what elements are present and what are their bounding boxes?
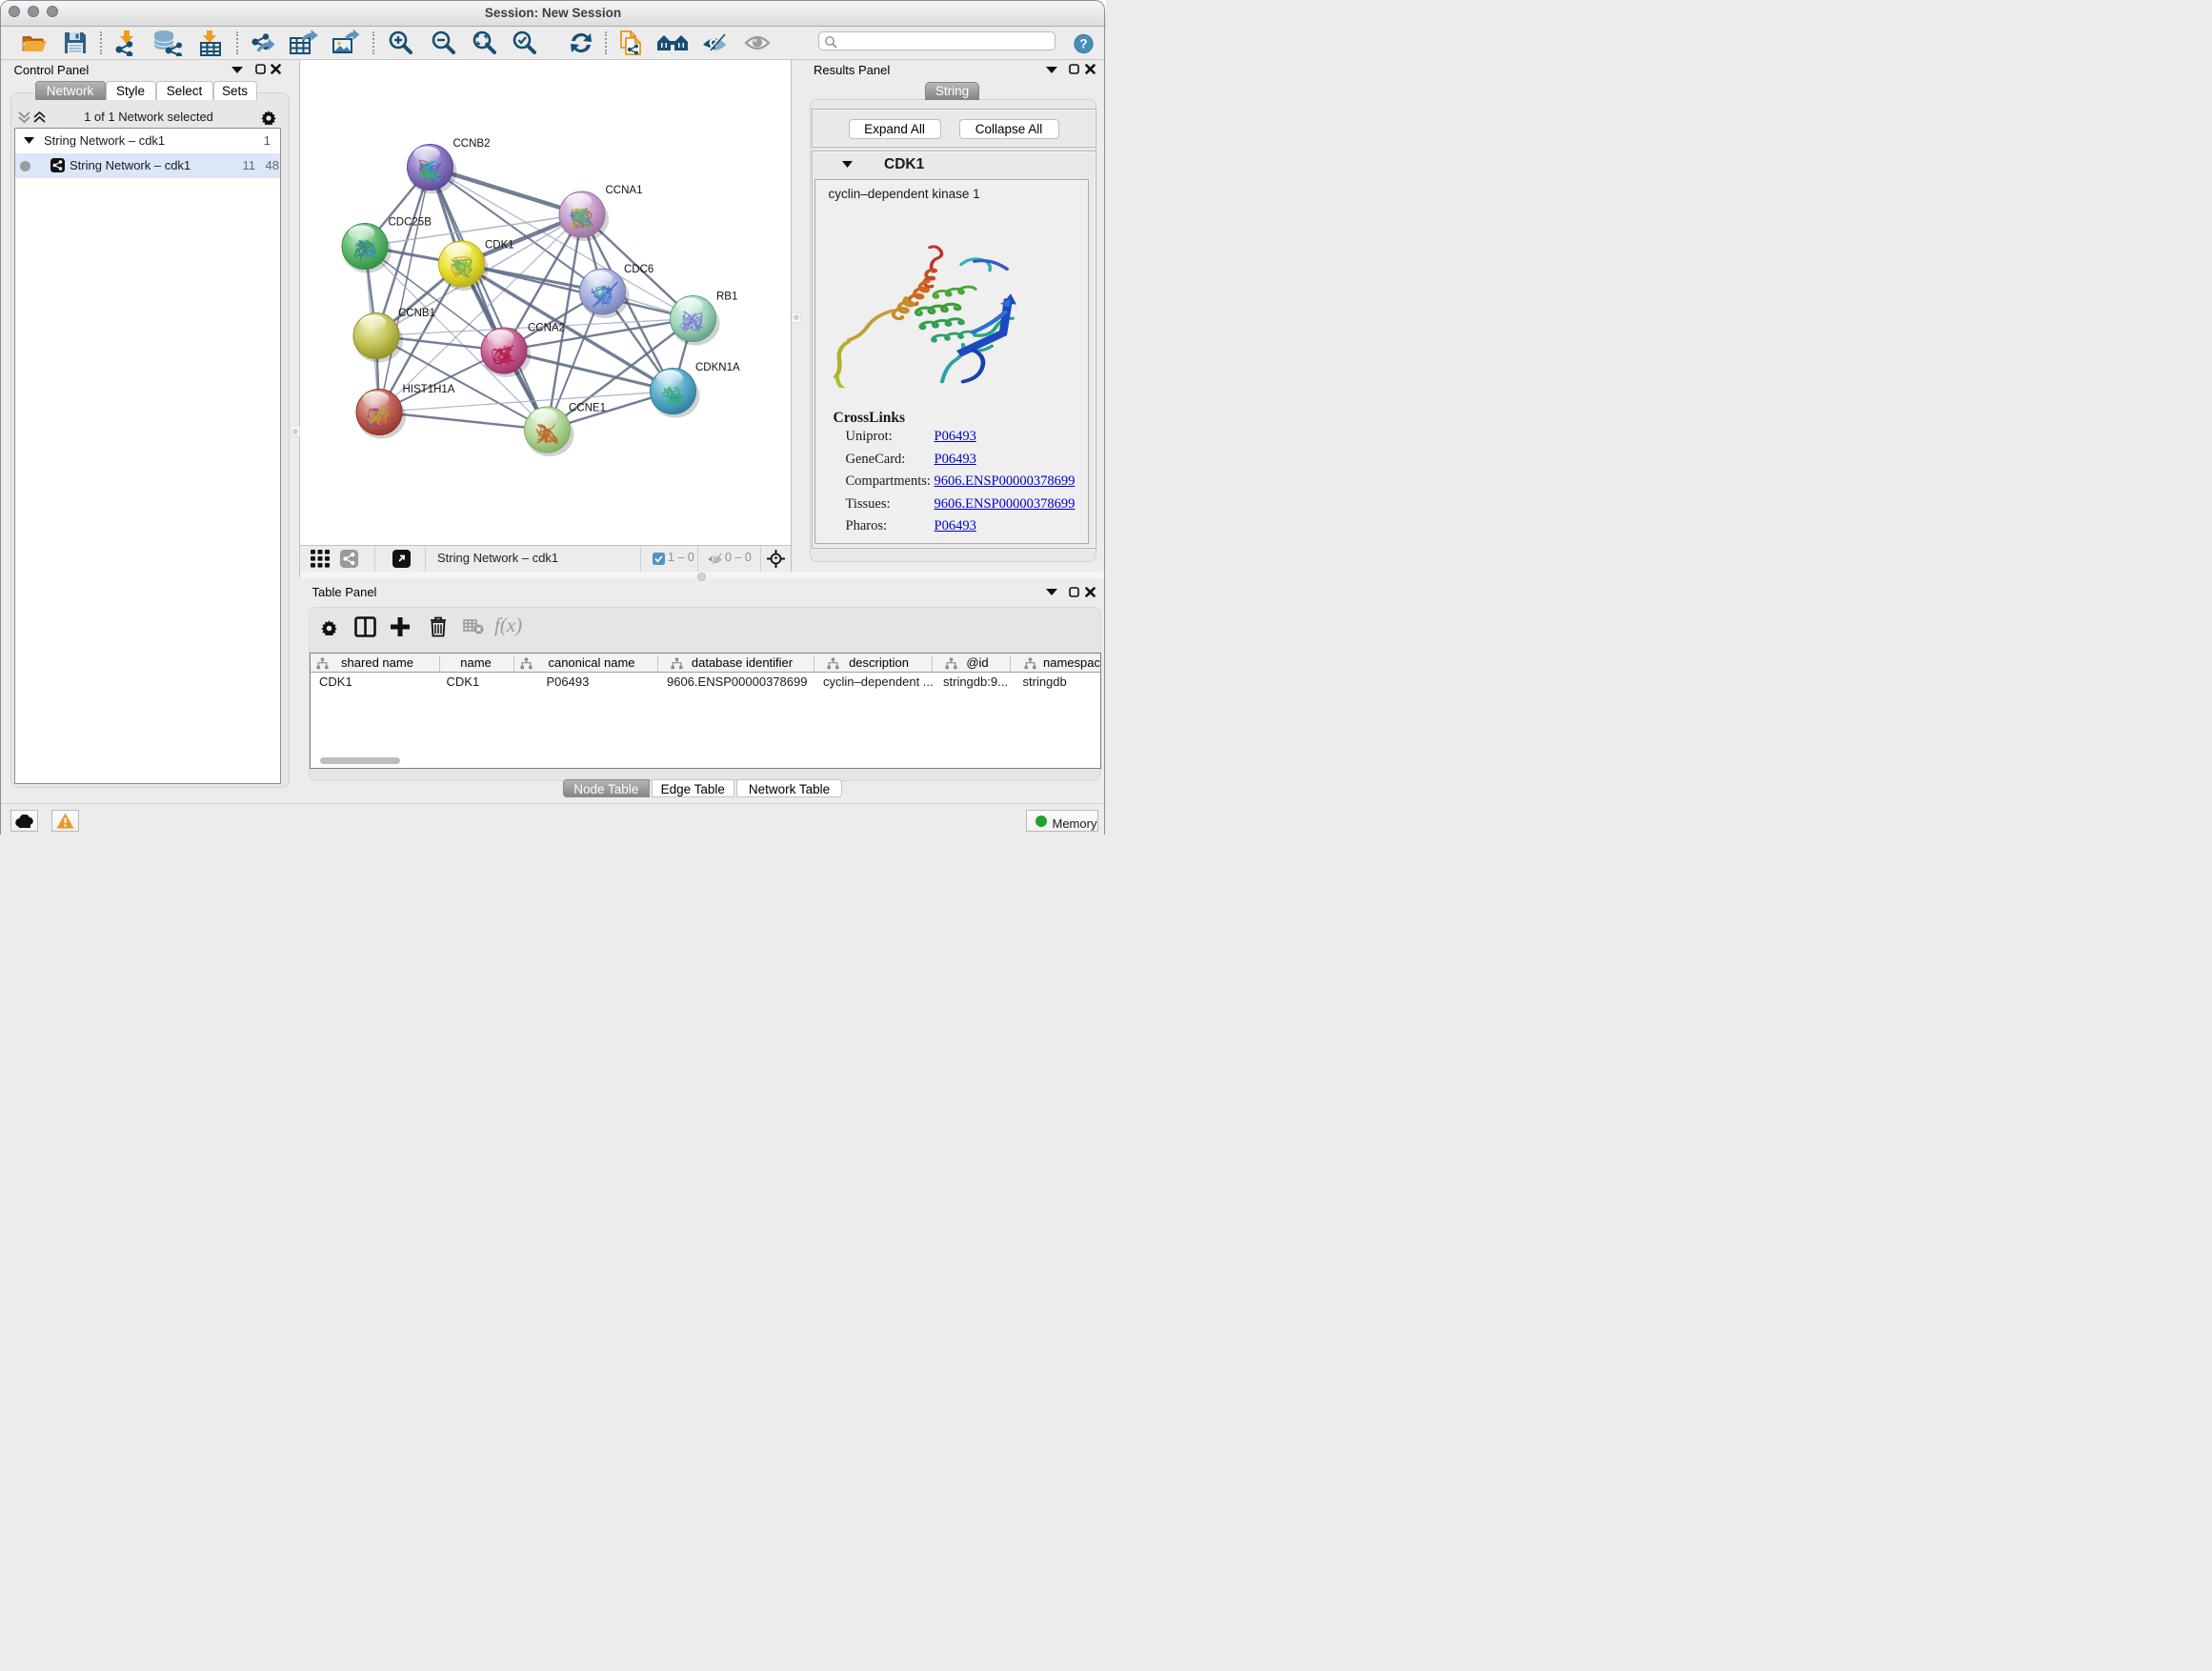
svg-text:CCNA1: CCNA1 <box>606 185 643 196</box>
svg-text:CDC25B: CDC25B <box>389 216 432 228</box>
svg-text:CCNB2: CCNB2 <box>453 138 491 150</box>
svg-text:CCNB1: CCNB1 <box>398 308 435 319</box>
svg-text:RB1: RB1 <box>716 291 737 302</box>
svg-text:?: ? <box>1079 36 1087 50</box>
svg-text:CCNE1: CCNE1 <box>569 402 606 413</box>
svg-text:CDK1: CDK1 <box>485 239 514 251</box>
svg-text:HIST1H1A: HIST1H1A <box>403 384 455 395</box>
svg-text:CDKN1A: CDKN1A <box>695 362 740 373</box>
svg-text:CCNA2: CCNA2 <box>528 322 565 333</box>
svg-text:CDC6: CDC6 <box>624 264 654 275</box>
